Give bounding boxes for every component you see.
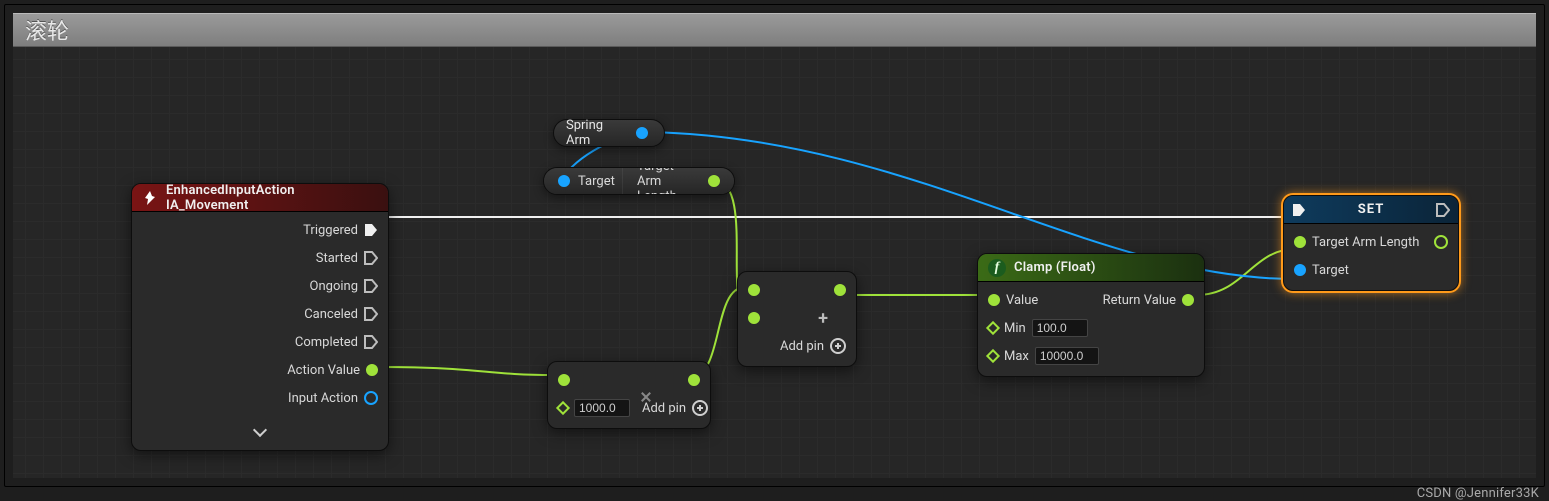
pin-out[interactable] [688,374,700,386]
getter-out-label: Target Arm Length [637,167,700,195]
exec-pin-icon[interactable] [364,279,378,293]
pin-input-action[interactable]: Input Action [142,386,378,410]
pin-return[interactable] [1182,294,1194,306]
plus-icon[interactable] [692,400,708,416]
label-ongoing: Ongoing [310,279,358,294]
plus-glyph: + [818,308,828,329]
exec-pin-icon[interactable] [364,223,378,237]
node-header[interactable]: EnhancedInputAction IA_Movement [132,184,388,212]
close-icon[interactable] [640,390,652,402]
add-pin-label: Add pin [780,339,824,354]
label-triggered: Triggered [303,223,358,238]
node-title: SET [1358,202,1385,217]
exec-ongoing[interactable]: Ongoing [142,274,378,298]
pin-in-a[interactable] [748,284,760,296]
pin-targetarmlength-in[interactable] [1294,236,1306,248]
label-max: Max [1004,349,1029,364]
variable-label: Spring Arm [566,118,628,148]
exec-started[interactable]: Started [142,246,378,270]
pin-icon[interactable] [366,364,378,376]
variable-pill-spring-arm[interactable]: Spring Arm [553,119,665,147]
label-action-value: Action Value [287,363,360,378]
node-title: Clamp (Float) [1014,260,1096,275]
exec-in[interactable] [1292,203,1306,217]
label-input-action: Input Action [288,391,358,406]
node-title: EnhancedInputAction IA_Movement [166,183,378,213]
min-input[interactable] [1032,319,1088,337]
exec-pin-icon[interactable] [364,335,378,349]
multiply-default-input[interactable] [574,399,630,417]
function-icon: f [988,259,1006,277]
pin-max[interactable] [986,349,1000,363]
node-set[interactable]: SET Target Arm Length Target [1283,195,1459,291]
pin-target[interactable] [1294,264,1306,276]
label-prop: Target Arm Length [1312,235,1419,250]
node-header[interactable]: SET [1284,196,1458,224]
pin-in-a[interactable] [558,374,570,386]
getter-in-label: Target [578,174,615,189]
node-enhanced-input[interactable]: EnhancedInputAction IA_Movement Triggere… [131,183,389,451]
blueprint-canvas[interactable]: Spring Arm Target Target Arm Length Enha… [13,47,1536,478]
pin-value[interactable] [988,294,1000,306]
pin-action-value[interactable]: Action Value [142,358,378,382]
comment-title[interactable]: 滚轮 [13,13,1536,47]
add-pin-label: Add pin [642,401,686,416]
watermark: CSDN @Jennifer33K [1417,486,1539,501]
node-add[interactable]: + Add pin [737,271,857,367]
label-canceled: Canceled [304,307,358,322]
event-icon [142,190,158,206]
max-input[interactable] [1035,347,1099,365]
pin-out-targetarmlength[interactable] [708,175,720,187]
plus-icon[interactable] [830,338,846,354]
label-completed: Completed [295,335,358,350]
label-min: Min [1004,321,1026,336]
chevron-down-icon[interactable] [255,425,265,435]
pin-out[interactable] [834,284,846,296]
exec-out[interactable] [1436,203,1450,217]
exec-triggered[interactable]: Triggered [142,218,378,242]
pin-in-b[interactable] [748,312,760,324]
label-target: Target [1312,263,1349,278]
label-return: Return Value [1103,293,1176,308]
exec-completed[interactable]: Completed [142,330,378,354]
pin-min[interactable] [986,321,1000,335]
pin-in-b[interactable] [556,401,570,415]
node-header[interactable]: f Clamp (Float) [978,254,1204,282]
exec-pin-icon[interactable] [364,307,378,321]
label-started: Started [316,251,358,266]
pin-targetarmlength-out[interactable] [1434,235,1448,249]
label-value: Value [1006,293,1038,308]
exec-canceled[interactable]: Canceled [142,302,378,326]
pin-icon[interactable] [364,391,378,405]
getter-target-arm-length[interactable]: Target Target Arm Length [543,167,735,195]
exec-pin-icon[interactable] [364,251,378,265]
pin-in-target[interactable] [558,175,570,187]
comment-title-text: 滚轮 [25,14,69,46]
node-multiply[interactable]: Add pin [547,361,711,429]
pin-out-springarm[interactable] [636,127,648,139]
node-clamp[interactable]: f Clamp (Float) Value Return Value Min [977,253,1205,377]
